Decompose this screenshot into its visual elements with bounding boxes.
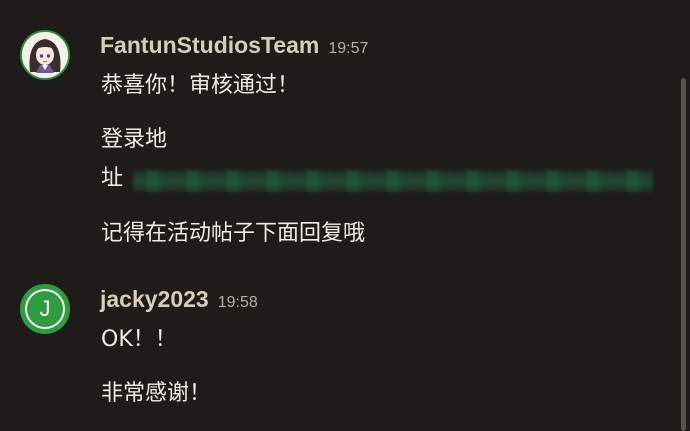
blurred-link — [133, 170, 653, 192]
message-text: 登录地 — [101, 127, 168, 152]
message-text: 记得在活动帖子下面回复哦 — [101, 221, 366, 246]
message-item: FantunStudiosTeam 19:57 恭喜你！审核通过！ 登录地 址 … — [0, 0, 690, 260]
anime-girl-avatar-icon — [22, 32, 68, 78]
timestamp: 19:57 — [328, 40, 369, 57]
avatar-letter: J — [39, 296, 51, 321]
message-text: 非常感谢！ — [101, 381, 212, 406]
message-text: OK！！ — [101, 327, 177, 352]
username[interactable]: jacky2023 — [100, 286, 209, 313]
timestamp: 19:58 — [217, 294, 258, 311]
username[interactable]: FantunStudiosTeam — [100, 32, 319, 59]
message-item: J jacky2023 19:58 OK！！ 非常感谢！ — [0, 270, 690, 431]
avatar[interactable]: J — [20, 284, 70, 334]
message-text: 恭喜你！审核通过！ — [101, 73, 300, 98]
avatar[interactable] — [20, 30, 70, 80]
message-text: 址 — [101, 166, 124, 191]
